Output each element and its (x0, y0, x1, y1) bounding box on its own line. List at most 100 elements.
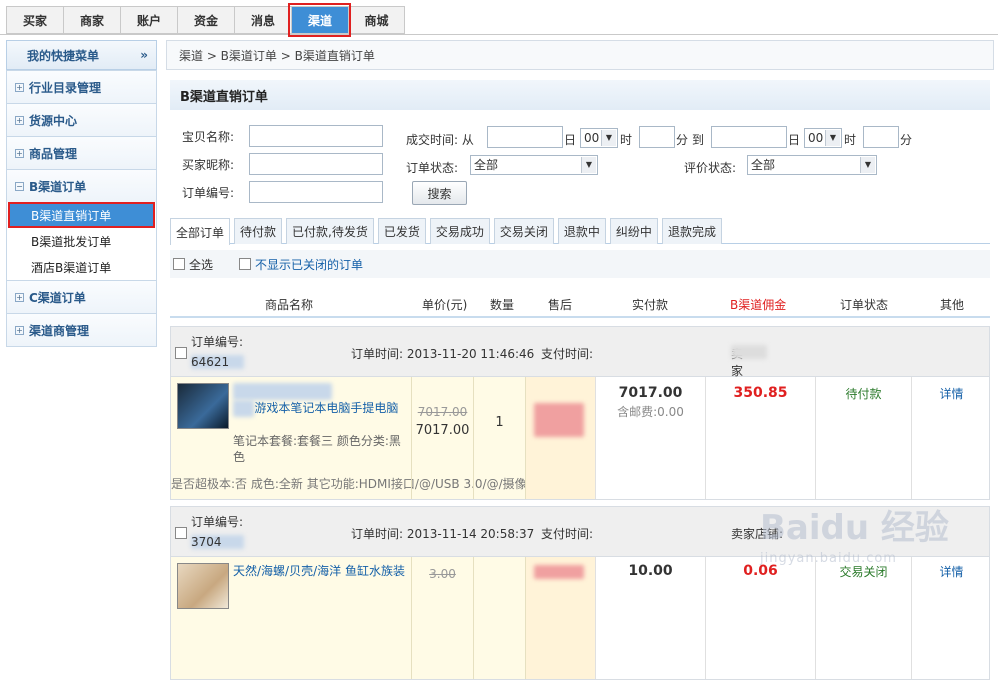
quantity: 1 (495, 415, 504, 430)
tab-account[interactable]: 账户 (120, 6, 177, 34)
order-header: 订单编号: 2013111111164621 订单时间: 2013-11-20 … (171, 327, 989, 429)
after-sale-cell (525, 557, 595, 679)
col-product: 商品名称 (265, 298, 314, 312)
selection-bar: 全选 不显示已关闭的订单 (170, 250, 990, 278)
col-status: 订单状态 (840, 298, 889, 312)
buyer-nick-label: 买家昵称: (182, 158, 235, 172)
rate-status-select[interactable]: 全部 ▼ (747, 155, 877, 175)
product-thumbnail[interactable] (177, 563, 229, 609)
expand-icon: + (15, 325, 24, 335)
col-commission: B渠道佣金 (730, 298, 787, 312)
sidebar-cat-product[interactable]: + 商品管理 (7, 136, 156, 169)
order-tabs: 全部订单 待付款 已付款,待发货 已发货 交易成功 交易关闭 退款中 纠纷中 退… (170, 218, 990, 245)
tab-messages[interactable]: 消息 (234, 6, 291, 34)
tab-paid-unshipped[interactable]: 已付款,待发货 (286, 218, 374, 244)
top-divider (0, 34, 998, 35)
tab-pending-payment[interactable]: 待付款 (234, 218, 283, 244)
deal-to-minute-input[interactable] (863, 126, 899, 148)
product-name-input[interactable] (249, 125, 383, 147)
paid-cell: 7017.00 含邮费:0.00 (595, 377, 705, 499)
product-name-link[interactable]: 天然/海螺/贝壳/海洋 鱼缸水族装 (233, 563, 409, 580)
col-paid: 实付款 (632, 298, 669, 312)
col-qty: 数量 (490, 298, 515, 312)
order-status-select[interactable]: 全部 ▼ (470, 155, 598, 175)
col-after-sale: 售后 (548, 298, 573, 312)
sidebar-item-b-direct[interactable]: B渠道直销订单 (8, 202, 155, 228)
search-form: 宝贝名称: 买家昵称: 订单编号: 成交时间: 从 日 00 ▼ 时 分 到 日 … (170, 122, 990, 214)
unit-price: 7017.00 (415, 423, 470, 438)
rate-status-label: 评价状态: (684, 161, 737, 175)
commission-amount: 350.85 (733, 385, 788, 401)
watermark-logo: Baidu 经验 (760, 508, 949, 548)
order-status: 待付款 (845, 387, 882, 401)
table-header: 商品名称 单价(元) 数量 售后 实付款 B渠道佣金 订单状态 其他 (170, 288, 990, 318)
deal-from-date-input[interactable] (487, 126, 563, 148)
col-other: 其他 (940, 298, 965, 312)
other-cell: 详情 (911, 377, 991, 499)
sidebar-title[interactable]: 我的快捷菜单 (27, 47, 99, 64)
search-button[interactable]: 搜索 (412, 181, 467, 205)
deal-to-date-input[interactable] (711, 126, 787, 148)
tab-funds[interactable]: 资金 (177, 6, 234, 34)
tab-completed[interactable]: 交易成功 (429, 218, 490, 244)
deal-from-minute-input[interactable] (639, 126, 675, 148)
commission-cell: 350.85 (705, 377, 815, 499)
tab-closed[interactable]: 交易关闭 (493, 218, 554, 244)
paid-cell: 10.00 (595, 557, 705, 679)
tab-refund-done[interactable]: 退款完成 (661, 218, 722, 244)
sidebar-cat-b-orders[interactable]: − B渠道订单 (7, 169, 156, 202)
sidebar-cat-c-orders[interactable]: + C渠道订单 (7, 280, 156, 313)
sidebar: 我的快捷菜单 » + 行业目录管理 + 货源中心 + 商品管理 − B渠道订单 B渠道直… (6, 40, 157, 347)
tab-disputes[interactable]: 纠纷中 (609, 218, 658, 244)
dropdown-arrow-icon: ▼ (860, 157, 875, 173)
tab-seller[interactable]: 商家 (63, 6, 120, 34)
sidebar-cat-industry[interactable]: + 行业目录管理 (7, 70, 156, 103)
expand-icon: + (15, 115, 24, 125)
order-checkbox[interactable] (175, 527, 187, 539)
deal-time-label: 成交时间: 从 (406, 133, 474, 147)
select-all-checkbox[interactable] (173, 258, 185, 270)
unit-price-cell: 7017.00 7017.00 (411, 377, 473, 499)
sidebar-header: 我的快捷菜单 » (6, 40, 157, 70)
order-checkbox[interactable] (175, 347, 187, 359)
deal-to-hour-select[interactable]: 00 ▼ (804, 128, 842, 148)
tab-mall[interactable]: 商城 (348, 6, 405, 34)
tab-buyer[interactable]: 买家 (6, 6, 63, 34)
tab-shipped[interactable]: 已发货 (377, 218, 426, 244)
qty-cell (473, 557, 525, 679)
dropdown-arrow-icon: ▼ (825, 130, 840, 146)
paid-amount: 10.00 (628, 563, 673, 579)
product-cell: xxxxxxxxxxxxxxxxx游戏本笔记本电脑手提电脑 笔记本套餐:套餐三 … (171, 377, 595, 499)
sidebar-menu: + 行业目录管理 + 货源中心 + 商品管理 − B渠道订单 B渠道直销订单 B渠道批发… (6, 70, 157, 347)
tab-all-orders[interactable]: 全部订单 (170, 218, 231, 245)
product-thumbnail[interactable] (177, 383, 229, 429)
hide-closed-checkbox[interactable] (239, 258, 252, 270)
baidu-watermark: Baidu 经验 jingyan.baidu.com (760, 500, 990, 580)
collapse-minus-icon: − (15, 181, 24, 191)
dropdown-arrow-icon: ▼ (601, 130, 616, 146)
sidebar-item-hotel-b[interactable]: 酒店B渠道订单 (7, 254, 156, 280)
order-no-input[interactable] (249, 181, 383, 203)
sidebar-cat-supply[interactable]: + 货源中心 (7, 103, 156, 136)
pay-time: 支付时间: (541, 527, 594, 541)
details-link[interactable]: 详情 (912, 385, 991, 402)
tab-refunding[interactable]: 退款中 (557, 218, 606, 244)
hide-closed[interactable]: 不显示已关闭的订单 (239, 256, 363, 273)
product-name-link[interactable]: xxxxxxxxxxxxxxxxx游戏本笔记本电脑手提电脑 (233, 383, 409, 417)
order-time: 订单时间: 2013-11-20 11:46:46 (351, 347, 535, 361)
sidebar-item-b-wholesale[interactable]: B渠道批发订单 (7, 228, 156, 254)
top-nav: 买家 商家 账户 资金 消息 渠道 商城 (6, 3, 405, 37)
original-price: 7017.00 (417, 405, 468, 419)
sidebar-cat-dealers[interactable]: + 渠道商管理 (7, 313, 156, 346)
status-cell: 待付款 (815, 377, 911, 499)
order-time: 订单时间: 2013-11-14 20:58:37 (351, 527, 535, 541)
paid-amount: 7017.00 (618, 385, 683, 401)
watermark-url: jingyan.baidu.com (760, 551, 897, 566)
unit-price-cell: 3.00 (411, 557, 473, 679)
collapse-icon[interactable]: » (140, 48, 148, 62)
select-all[interactable]: 全选 (173, 256, 213, 273)
buyer-nick-input[interactable] (249, 153, 383, 175)
tab-channel[interactable]: 渠道 (288, 3, 351, 37)
deal-from-hour-select[interactable]: 00 ▼ (580, 128, 618, 148)
page-title: B渠道直销订单 (170, 80, 990, 110)
